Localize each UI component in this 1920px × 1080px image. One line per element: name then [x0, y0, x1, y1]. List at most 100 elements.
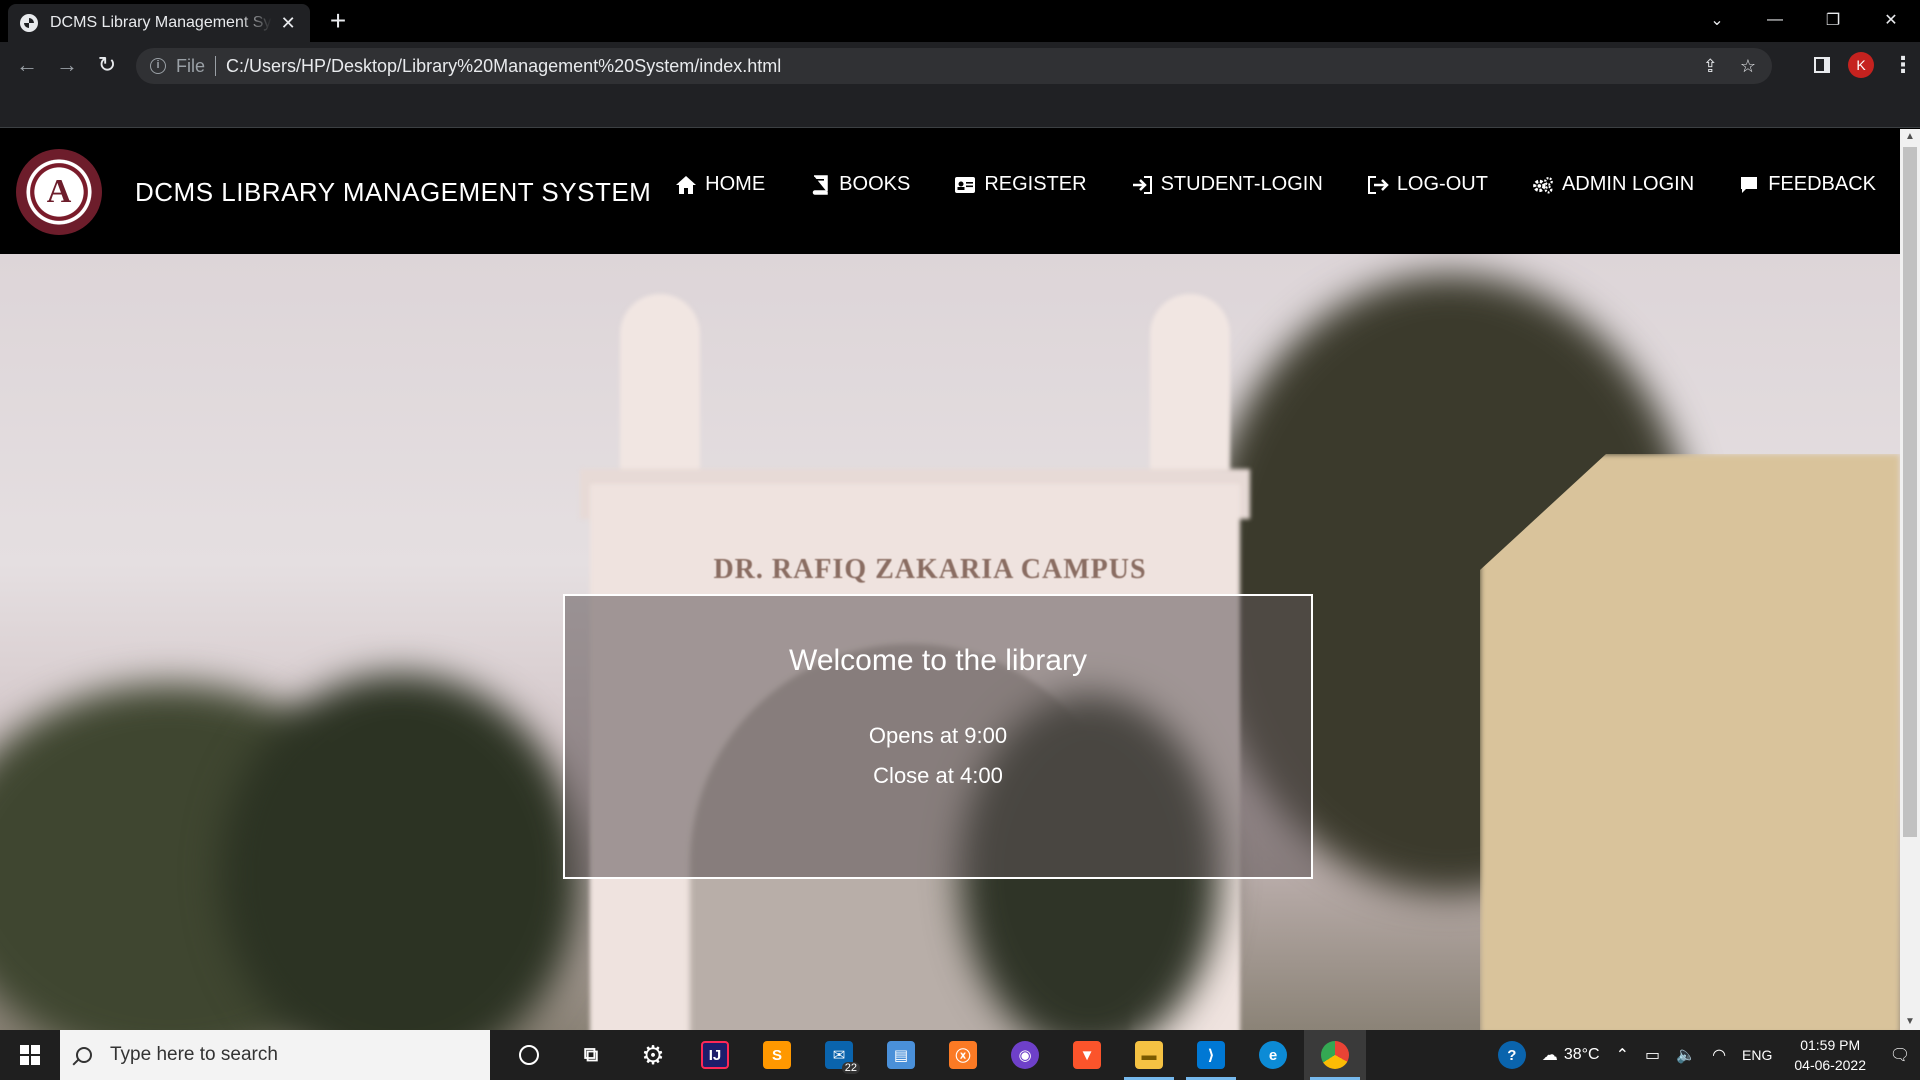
sign-out-icon	[1367, 174, 1389, 196]
minaret-left	[620, 294, 700, 474]
library-hours: Opens at 9:00 Close at 4:00	[565, 716, 1311, 796]
globe-icon	[20, 14, 38, 32]
file-explorer-icon[interactable]: ▬	[1118, 1030, 1180, 1080]
brave-icon[interactable]: ▼	[1056, 1030, 1118, 1080]
bookmark-star-icon[interactable]: ☆	[1740, 56, 1756, 77]
chrome-icon[interactable]	[1304, 1030, 1366, 1080]
tab-search-icon[interactable]: ⌄	[1688, 0, 1746, 40]
welcome-box: Welcome to the library Opens at 9:00 Clo…	[563, 594, 1313, 879]
book-icon	[809, 174, 831, 196]
language-indicator[interactable]: ENG	[1734, 1047, 1780, 1063]
intellij-icon[interactable]: IJ	[684, 1030, 746, 1080]
menu-admin-login[interactable]: ADMIN LOGIN	[1532, 173, 1694, 196]
minimize-icon[interactable]: —	[1746, 0, 1804, 40]
hero-background-image: DR. RAFIQ ZAKARIA CAMPUS Welcome to the …	[0, 254, 1900, 1030]
share-icon[interactable]: ⇪	[1703, 56, 1718, 77]
sublime-text-icon[interactable]: S	[746, 1030, 808, 1080]
vertical-scrollbar[interactable]: ▲ ▼	[1900, 129, 1920, 1030]
back-icon[interactable]: ←	[12, 50, 42, 80]
bookmarks-bar	[0, 88, 1920, 128]
clock[interactable]: 01:59 PM 04-06-2022	[1780, 1035, 1880, 1075]
menu-label: REGISTER	[984, 173, 1087, 195]
menu-logout[interactable]: LOG-OUT	[1367, 173, 1488, 196]
menu-student-login[interactable]: STUDENT-LOGIN	[1131, 173, 1323, 196]
menu-label: LOG-OUT	[1396, 173, 1488, 195]
tab-title: DCMS Library Management System	[50, 14, 272, 31]
volume-icon[interactable]: 🔈	[1668, 1045, 1704, 1065]
site-navbar: A DCMS LIBRARY MANAGEMENT SYSTEM HOME BO…	[0, 129, 1900, 254]
start-button[interactable]	[0, 1030, 60, 1080]
scroll-down-icon[interactable]: ▼	[1900, 1014, 1920, 1030]
building-right	[1480, 454, 1900, 1030]
site-menu: HOME BOOKS REGISTER STUDENT-LOGIN LOG-OU…	[675, 173, 1876, 196]
url-separator	[215, 56, 217, 76]
page-viewport: A DCMS LIBRARY MANAGEMENT SYSTEM HOME BO…	[0, 129, 1920, 1030]
close-window-icon[interactable]: ✕	[1862, 0, 1920, 40]
comment-icon	[1738, 174, 1760, 196]
clock-time: 01:59 PM	[1800, 1037, 1861, 1053]
url-text[interactable]: C:/Users/HP/Desktop/Library%20Management…	[226, 56, 781, 77]
forward-icon[interactable]: →	[52, 50, 82, 80]
menu-feedback[interactable]: FEEDBACK	[1738, 173, 1876, 196]
side-panel-icon[interactable]	[1814, 57, 1830, 73]
mail-icon[interactable]: ✉ 22	[808, 1030, 870, 1080]
network-app-icon[interactable]: ▤	[870, 1030, 932, 1080]
xampp-icon[interactable]: ⓧ	[932, 1030, 994, 1080]
id-card-icon	[954, 174, 976, 196]
github-desktop-icon[interactable]: ◉	[994, 1030, 1056, 1080]
wifi-icon[interactable]: ◠	[1704, 1045, 1734, 1065]
search-icon	[76, 1047, 92, 1063]
taskbar-apps: ⧉ ⚙ IJ S ✉ 22 ▤ ⓧ ◉ ▼ ▬ ⟩ e	[498, 1030, 1366, 1080]
info-icon[interactable]: i	[150, 58, 166, 74]
menu-label: HOME	[705, 173, 766, 195]
settings-icon[interactable]: ⚙	[622, 1030, 684, 1080]
task-view-icon[interactable]: ⧉	[560, 1030, 622, 1080]
help-icon[interactable]: ?	[1490, 1041, 1534, 1069]
cloud-icon: ☁	[1541, 1047, 1558, 1064]
menu-label: STUDENT-LOGIN	[1160, 173, 1323, 195]
gears-icon	[1532, 174, 1554, 196]
system-tray: ? ☁ 38°C ⌃ ▭ 🔈 ◠ ENG 01:59 PM 04-06-2022…	[1490, 1030, 1920, 1080]
edge-icon[interactable]: e	[1242, 1030, 1304, 1080]
cortana-icon[interactable]	[498, 1030, 560, 1080]
closing-time: Close at 4:00	[873, 763, 1003, 788]
show-hidden-icons[interactable]: ⌃	[1608, 1045, 1637, 1065]
profile-avatar[interactable]: K	[1848, 52, 1874, 78]
search-placeholder: Type here to search	[110, 1044, 278, 1065]
taskbar-search[interactable]: Type here to search	[60, 1030, 490, 1080]
tab-close-icon[interactable]: ✕	[278, 13, 298, 34]
restore-icon[interactable]: ❐	[1804, 0, 1862, 40]
menu-icon[interactable]: ⋮	[1892, 52, 1914, 78]
browser-tab[interactable]: DCMS Library Management System ✕	[8, 4, 310, 42]
menu-label: BOOKS	[839, 173, 911, 195]
weather-widget[interactable]: ☁ 38°C	[1534, 1045, 1608, 1065]
vscode-icon[interactable]: ⟩	[1180, 1030, 1242, 1080]
windows-taskbar: Type here to search ⧉ ⚙ IJ S ✉ 22 ▤ ⓧ ◉ ▼…	[0, 1030, 1920, 1080]
new-tab-button[interactable]: +	[322, 6, 354, 38]
menu-label: FEEDBACK	[1768, 173, 1876, 195]
opening-time: Opens at 9:00	[868, 723, 1008, 748]
window-controls: ⌄ — ❐ ✕	[1688, 0, 1920, 42]
scroll-up-icon[interactable]: ▲	[1900, 129, 1920, 145]
notification-icon[interactable]: 🗨	[1880, 1030, 1920, 1080]
reload-icon[interactable]: ↻	[92, 50, 122, 80]
temperature: 38°C	[1563, 1046, 1600, 1063]
mail-badge: 22	[841, 1062, 860, 1074]
menu-label: ADMIN LOGIN	[1561, 173, 1695, 195]
windows-icon	[20, 1045, 40, 1065]
sign-in-icon	[1131, 174, 1153, 196]
site-title[interactable]: DCMS LIBRARY MANAGEMENT SYSTEM	[135, 177, 651, 208]
browser-toolbar: ← → ↻ i File C:/Users/HP/Desktop/Library…	[0, 42, 1920, 88]
menu-home[interactable]: HOME	[675, 173, 765, 196]
scroll-thumb[interactable]	[1903, 147, 1917, 837]
clock-date: 04-06-2022	[1794, 1057, 1866, 1073]
menu-register[interactable]: REGISTER	[954, 173, 1087, 196]
battery-icon[interactable]: ▭	[1637, 1045, 1668, 1065]
browser-tab-strip: DCMS Library Management System ✕ + ⌄ — ❐…	[0, 0, 1920, 42]
address-bar[interactable]: i File C:/Users/HP/Desktop/Library%20Man…	[136, 48, 1772, 84]
home-icon	[675, 174, 697, 196]
welcome-heading: Welcome to the library	[789, 644, 1087, 677]
college-logo[interactable]: A	[16, 149, 102, 235]
minaret-right	[1150, 294, 1230, 474]
menu-books[interactable]: BOOKS	[809, 173, 910, 196]
